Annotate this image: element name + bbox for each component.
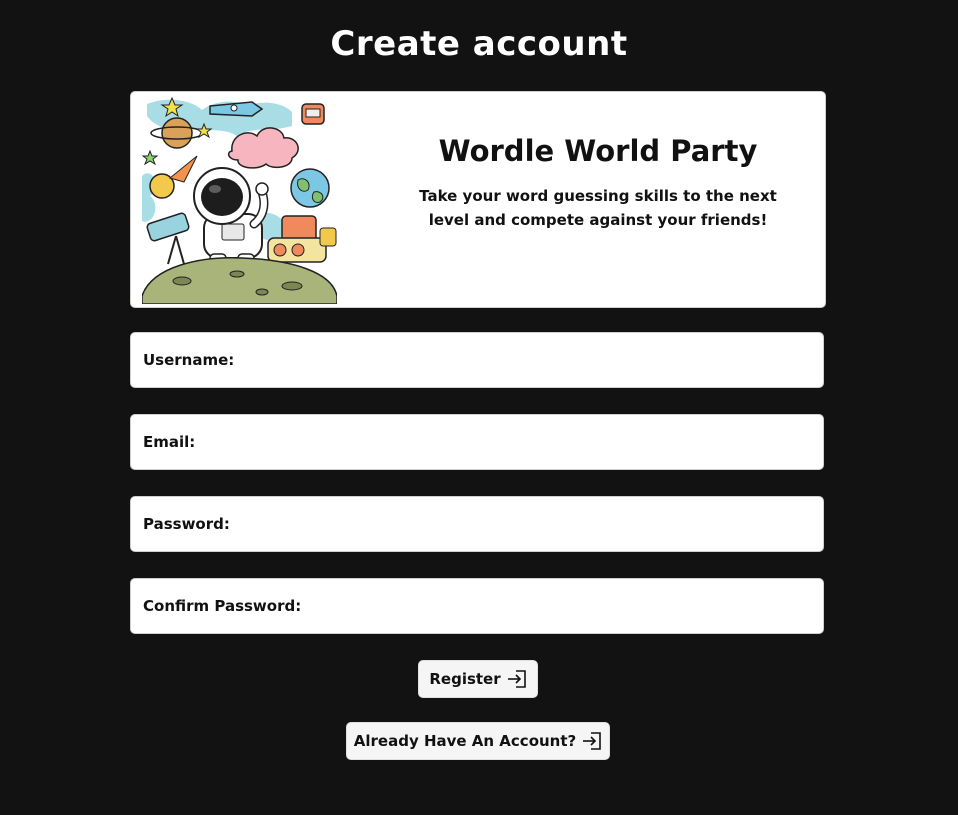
- password-label: Password:: [143, 515, 230, 533]
- hero-title: Wordle World Party: [438, 134, 758, 168]
- password-field[interactable]: Password:: [130, 496, 824, 552]
- password-input[interactable]: [229, 497, 823, 551]
- already-have-account-label: Already Have An Account?: [353, 732, 577, 750]
- page: Create account Wordle World Party Take y…: [0, 0, 958, 815]
- sign-in-icon: [582, 732, 602, 750]
- email-label: Email:: [143, 433, 196, 451]
- username-input[interactable]: [234, 333, 823, 387]
- register-button[interactable]: Register: [418, 660, 538, 698]
- email-field[interactable]: Email:: [130, 414, 824, 470]
- hero-card: Wordle World Party Take your word guessi…: [130, 91, 826, 308]
- page-title: Create account: [330, 24, 628, 64]
- hero-text: Wordle World Party Take your word guessi…: [393, 92, 803, 307]
- hero-subtitle: Take your word guessing skills to the ne…: [419, 187, 777, 229]
- register-button-label: Register: [429, 670, 501, 688]
- email-input[interactable]: [195, 415, 823, 469]
- astronaut-illustration: [142, 96, 337, 304]
- confirm-password-input[interactable]: [301, 579, 823, 633]
- sign-in-icon: [507, 670, 527, 688]
- confirm-password-field[interactable]: Confirm Password:: [130, 578, 824, 634]
- username-label: Username:: [143, 351, 235, 369]
- confirm-password-label: Confirm Password:: [143, 597, 302, 615]
- username-field[interactable]: Username:: [130, 332, 824, 388]
- already-have-account-button[interactable]: Already Have An Account?: [346, 722, 610, 760]
